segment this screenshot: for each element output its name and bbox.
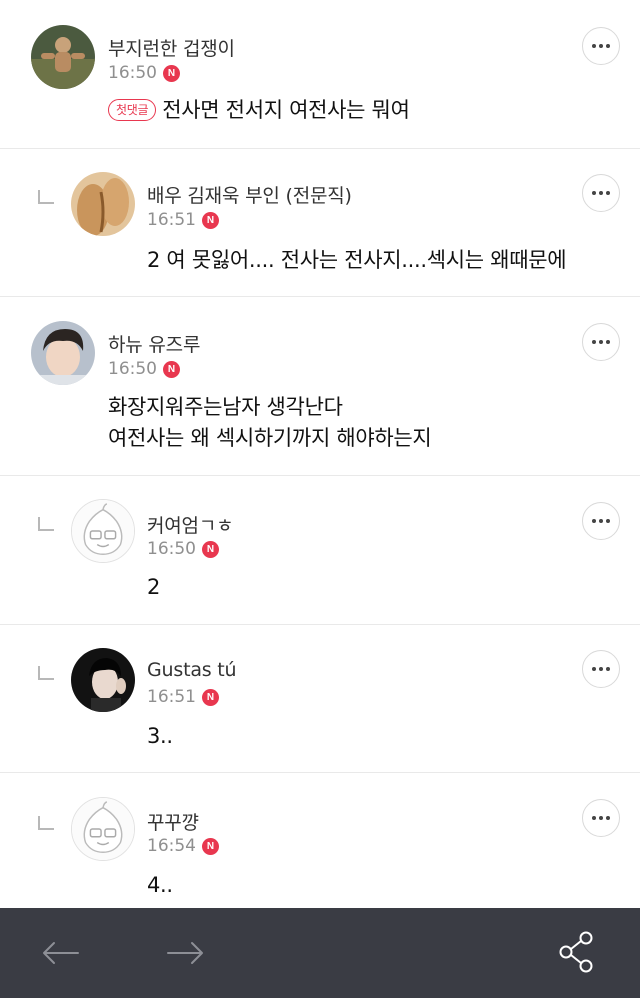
more-dots-icon (592, 44, 596, 48)
back-button[interactable] (42, 938, 80, 972)
comment-author[interactable]: Gustas tú (147, 659, 237, 681)
comment-line: 여전사는 왜 섹시하기까지 해야하는지 (108, 426, 432, 450)
comment-text: 2 (147, 575, 161, 599)
avatar[interactable] (71, 797, 135, 861)
more-options-button[interactable] (582, 799, 620, 837)
more-dot (599, 44, 603, 48)
more-dot (606, 44, 610, 48)
comment-author[interactable]: 부지런한 겁쟁이 (108, 34, 235, 61)
more-dot (606, 519, 610, 523)
bottom-toolbar (0, 908, 640, 998)
more-dot (599, 667, 603, 671)
new-badge: N (163, 64, 180, 82)
forward-button[interactable] (166, 938, 204, 972)
comment-item: Gustas tú 16:51 N 3.. (0, 625, 640, 773)
more-options-button[interactable] (582, 502, 620, 540)
comment-meta: 16:50 N (108, 63, 180, 83)
reply-indent-icon (38, 666, 54, 680)
more-dot (599, 340, 603, 344)
comment-text: 첫댓글 전사면 전서지 여전사는 뭐여 (108, 95, 410, 126)
comment-meta: 16:54 N (147, 836, 219, 856)
comment-meta: 16:51 N (147, 687, 219, 707)
more-options-button[interactable] (582, 650, 620, 688)
more-dots-icon (592, 519, 596, 523)
arrow-right-icon (167, 942, 203, 964)
comment-author[interactable]: 꾸꾸꺙 (147, 808, 199, 835)
reply-indent-icon (38, 190, 54, 204)
avatar[interactable] (71, 172, 135, 236)
avatar[interactable] (31, 25, 95, 89)
more-options-button[interactable] (582, 323, 620, 361)
more-dots-icon (592, 340, 596, 344)
new-badge: N (202, 540, 219, 558)
comment-author[interactable]: 커여엄ㄱㅎ (147, 511, 234, 538)
avatar[interactable] (31, 321, 95, 385)
comment-time: 16:54 (147, 836, 196, 856)
comment-time: 16:50 (108, 63, 157, 83)
more-dots-icon (592, 667, 596, 671)
comment-meta: 16:50 N (147, 539, 219, 559)
share-icon (559, 931, 593, 973)
share-button[interactable] (557, 930, 597, 978)
more-dot (599, 191, 603, 195)
more-dot (606, 667, 610, 671)
comment-item: 하뉴 유즈루 16:50 N 화장지워주는남자 생각난다 여전사는 왜 섹시하기… (0, 297, 640, 476)
comment-time: 16:50 (108, 359, 157, 379)
more-dot (599, 816, 603, 820)
new-badge: N (163, 360, 180, 378)
comment-line: 전사면 전서지 여전사는 뭐여 (162, 98, 410, 122)
avatar[interactable] (71, 499, 135, 563)
reply-indent-icon (38, 517, 54, 531)
comment-time: 16:51 (147, 687, 196, 707)
comment-text: 3.. (147, 724, 173, 748)
more-dot (606, 816, 610, 820)
new-badge: N (202, 837, 219, 855)
reply-indent-icon (38, 816, 54, 830)
comment-item: 꾸꾸꺙 16:54 N 4.. (0, 773, 640, 908)
first-comment-tag: 첫댓글 (108, 99, 157, 121)
comment-text: 4.. (147, 873, 173, 897)
arrow-left-icon (43, 942, 79, 964)
more-dots-icon (592, 816, 596, 820)
more-dots-icon (592, 191, 596, 195)
comment-meta: 16:50 N (108, 359, 180, 379)
comment-item: 부지런한 겁쟁이 16:50 N 첫댓글 전사면 전서지 여전사는 뭐여 (0, 0, 640, 149)
more-options-button[interactable] (582, 27, 620, 65)
new-badge: N (202, 211, 219, 229)
comment-author[interactable]: 하뉴 유즈루 (108, 330, 200, 357)
more-options-button[interactable] (582, 174, 620, 212)
comment-item: 배우 김재욱 부인 (전문직) 16:51 N 2 여 못잃어.... 전사는 … (0, 149, 640, 297)
comment-line: 화장지워주는남자 생각난다 (108, 395, 343, 419)
more-dot (606, 191, 610, 195)
comment-author[interactable]: 배우 김재욱 부인 (전문직) (147, 181, 352, 208)
comment-time: 16:51 (147, 210, 196, 230)
comment-text: 화장지워주는남자 생각난다 여전사는 왜 섹시하기까지 해야하는지 (108, 392, 432, 454)
comment-text: 2 여 못잃어.... 전사는 전사지....섹시는 왜때문에 (147, 248, 567, 272)
avatar[interactable] (71, 648, 135, 712)
comment-item: 커여엄ㄱㅎ 16:50 N 2 (0, 476, 640, 625)
new-badge: N (202, 688, 219, 706)
more-dot (599, 519, 603, 523)
comment-meta: 16:51 N (147, 210, 219, 230)
comment-time: 16:50 (147, 539, 196, 559)
more-dot (606, 340, 610, 344)
